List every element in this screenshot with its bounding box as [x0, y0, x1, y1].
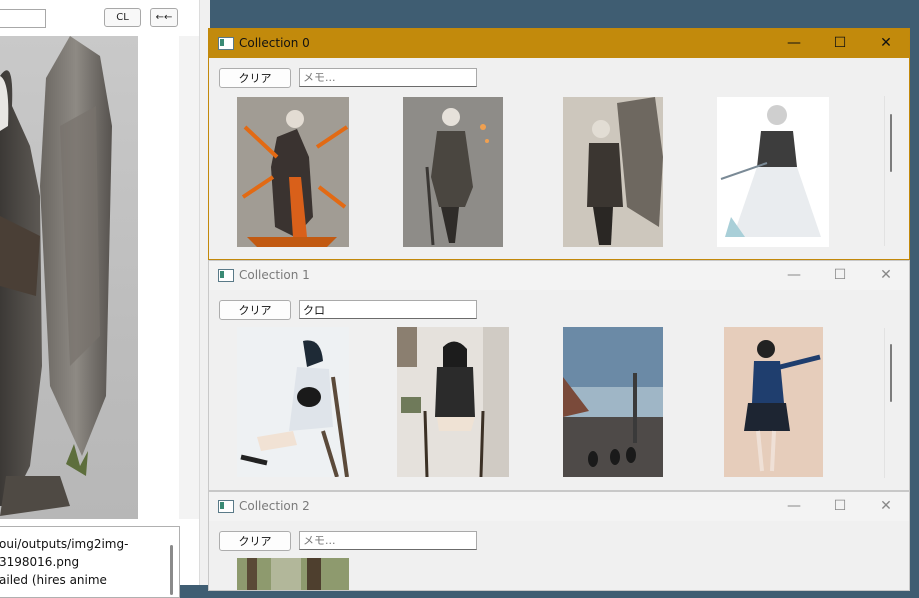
thumbnail-image[interactable] — [237, 97, 349, 247]
thumbnail-image[interactable] — [724, 327, 823, 477]
prompt-input[interactable] — [0, 9, 46, 28]
maximize-button[interactable]: ☐ — [817, 492, 863, 521]
scrollbar-thumb[interactable] — [890, 114, 892, 172]
app-icon — [218, 37, 234, 50]
back-button[interactable]: ←← — [150, 8, 178, 27]
window-title: Collection 2 — [239, 499, 310, 513]
thumbnail-image[interactable] — [563, 97, 663, 247]
info-text: oui/outputs/img2img- 3198016.png ailed (… — [0, 537, 129, 587]
clear-button[interactable]: クリア — [219, 531, 291, 551]
title-bar[interactable]: Collection 2 — ☐ ✕ — [209, 492, 909, 521]
clear-button[interactable]: クリア — [219, 68, 291, 88]
clear-button[interactable]: クリア — [219, 300, 291, 320]
close-button[interactable]: ✕ — [863, 492, 909, 521]
collection-window-2[interactable]: Collection 2 — ☐ ✕ クリア — [208, 491, 910, 591]
app-icon — [218, 500, 234, 513]
close-button[interactable]: ✕ — [863, 29, 909, 58]
vertical-scrollbar[interactable] — [884, 328, 892, 478]
info-textbox[interactable]: oui/outputs/img2img- 3198016.png ailed (… — [0, 526, 180, 598]
collection-window-0[interactable]: Collection 0 — ☐ ✕ クリア — [208, 28, 910, 260]
thumbnail-image[interactable] — [403, 97, 503, 247]
minimize-button[interactable]: — — [771, 261, 817, 290]
thumbnail-image[interactable] — [237, 327, 349, 477]
maximize-button[interactable]: ☐ — [817, 261, 863, 290]
title-bar[interactable]: Collection 0 — ☐ ✕ — [209, 29, 909, 58]
cl-button[interactable]: CL — [104, 8, 141, 27]
title-bar[interactable]: Collection 1 — ☐ ✕ — [209, 261, 909, 290]
vertical-scrollbar[interactable] — [884, 96, 892, 246]
left-scrollbar[interactable] — [179, 36, 199, 519]
thumbnail-image[interactable] — [397, 327, 509, 477]
memo-input[interactable] — [299, 300, 477, 319]
image-preview — [0, 36, 138, 519]
thumbnail-image[interactable] — [563, 327, 663, 477]
maximize-button[interactable]: ☐ — [817, 29, 863, 58]
memo-input[interactable] — [299, 68, 477, 87]
collection-window-1[interactable]: Collection 1 — ☐ ✕ クリア — [208, 260, 910, 491]
app-icon — [218, 269, 234, 282]
minimize-button[interactable]: — — [771, 492, 817, 521]
info-scrollbar-thumb[interactable] — [170, 545, 173, 595]
thumbnail-image[interactable] — [717, 97, 829, 247]
background-app-panel: CL ←← oui/outputs/img2img- 3198016.png a… — [0, 0, 199, 598]
close-button[interactable]: ✕ — [863, 261, 909, 290]
thumbnail-image[interactable] — [237, 558, 349, 590]
window-title: Collection 1 — [239, 268, 310, 282]
scrollbar-thumb[interactable] — [890, 344, 892, 402]
memo-input[interactable] — [299, 531, 477, 550]
window-title: Collection 0 — [239, 36, 310, 50]
minimize-button[interactable]: — — [771, 29, 817, 58]
